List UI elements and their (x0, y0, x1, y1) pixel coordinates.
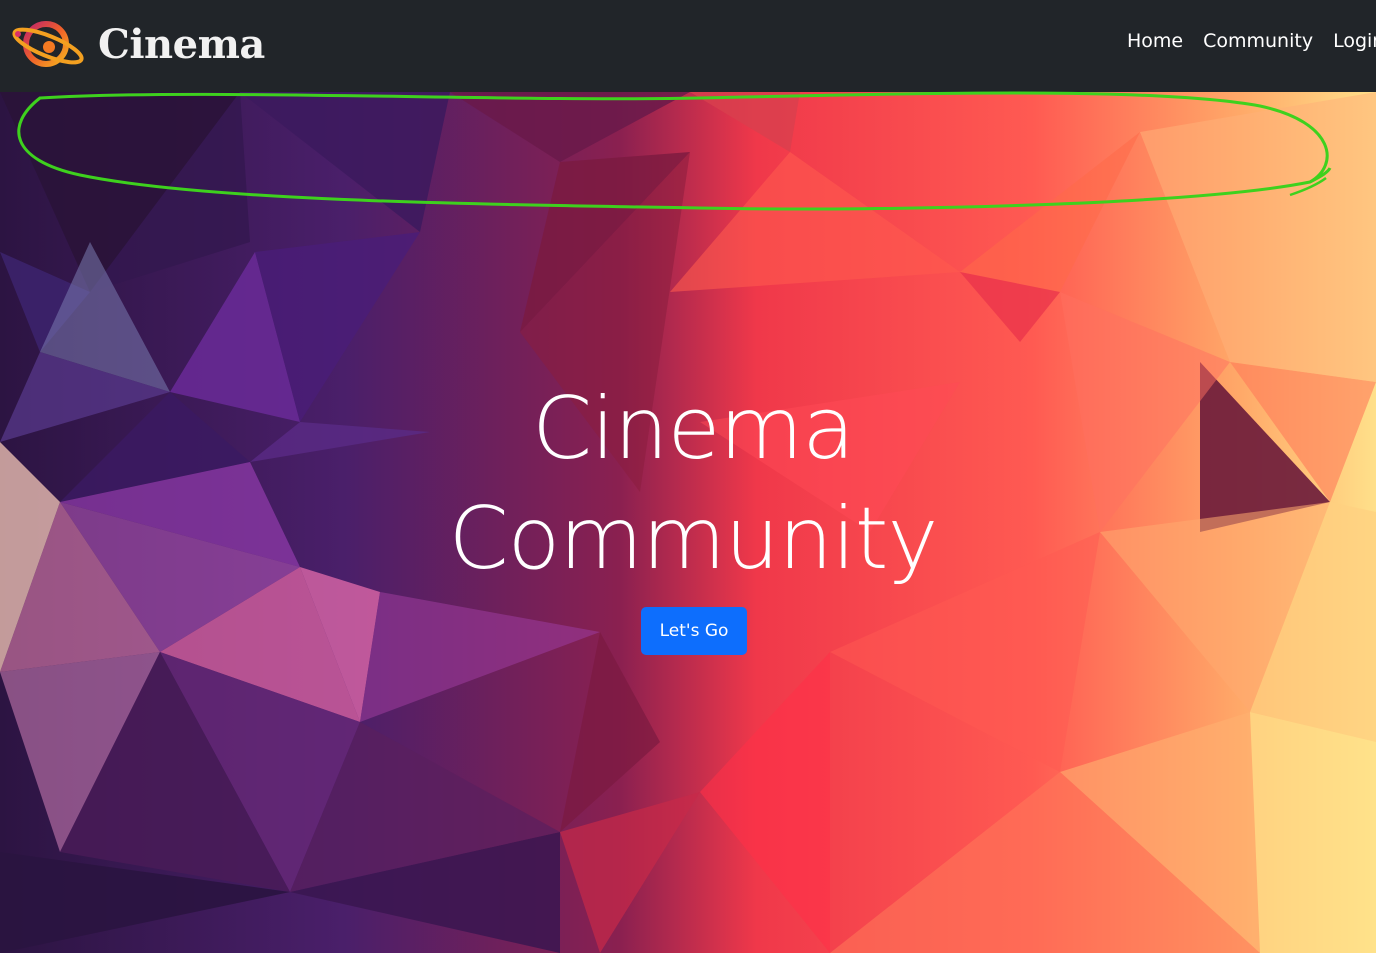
nav-community-link[interactable]: Community (1203, 30, 1313, 52)
brand-link[interactable]: Cinema (10, 12, 265, 76)
orbit-planet-logo-icon (12, 21, 84, 67)
nav-home-link[interactable]: Home (1127, 30, 1183, 52)
lets-go-button[interactable]: Let's Go (641, 607, 747, 655)
nav-links: Home Community Login (1127, 30, 1376, 52)
hero-title-line-2: Community (448, 489, 939, 589)
brand-name: Cinema (98, 20, 265, 68)
navbar: Cinema Home Community Login (0, 0, 1376, 92)
hero-title-line-1: Cinema (532, 379, 855, 479)
hero-section: Cinema Community Let's Go (0, 92, 1376, 953)
hero-title: Cinema Community (388, 374, 998, 594)
nav-login-link[interactable]: Login (1333, 30, 1376, 52)
